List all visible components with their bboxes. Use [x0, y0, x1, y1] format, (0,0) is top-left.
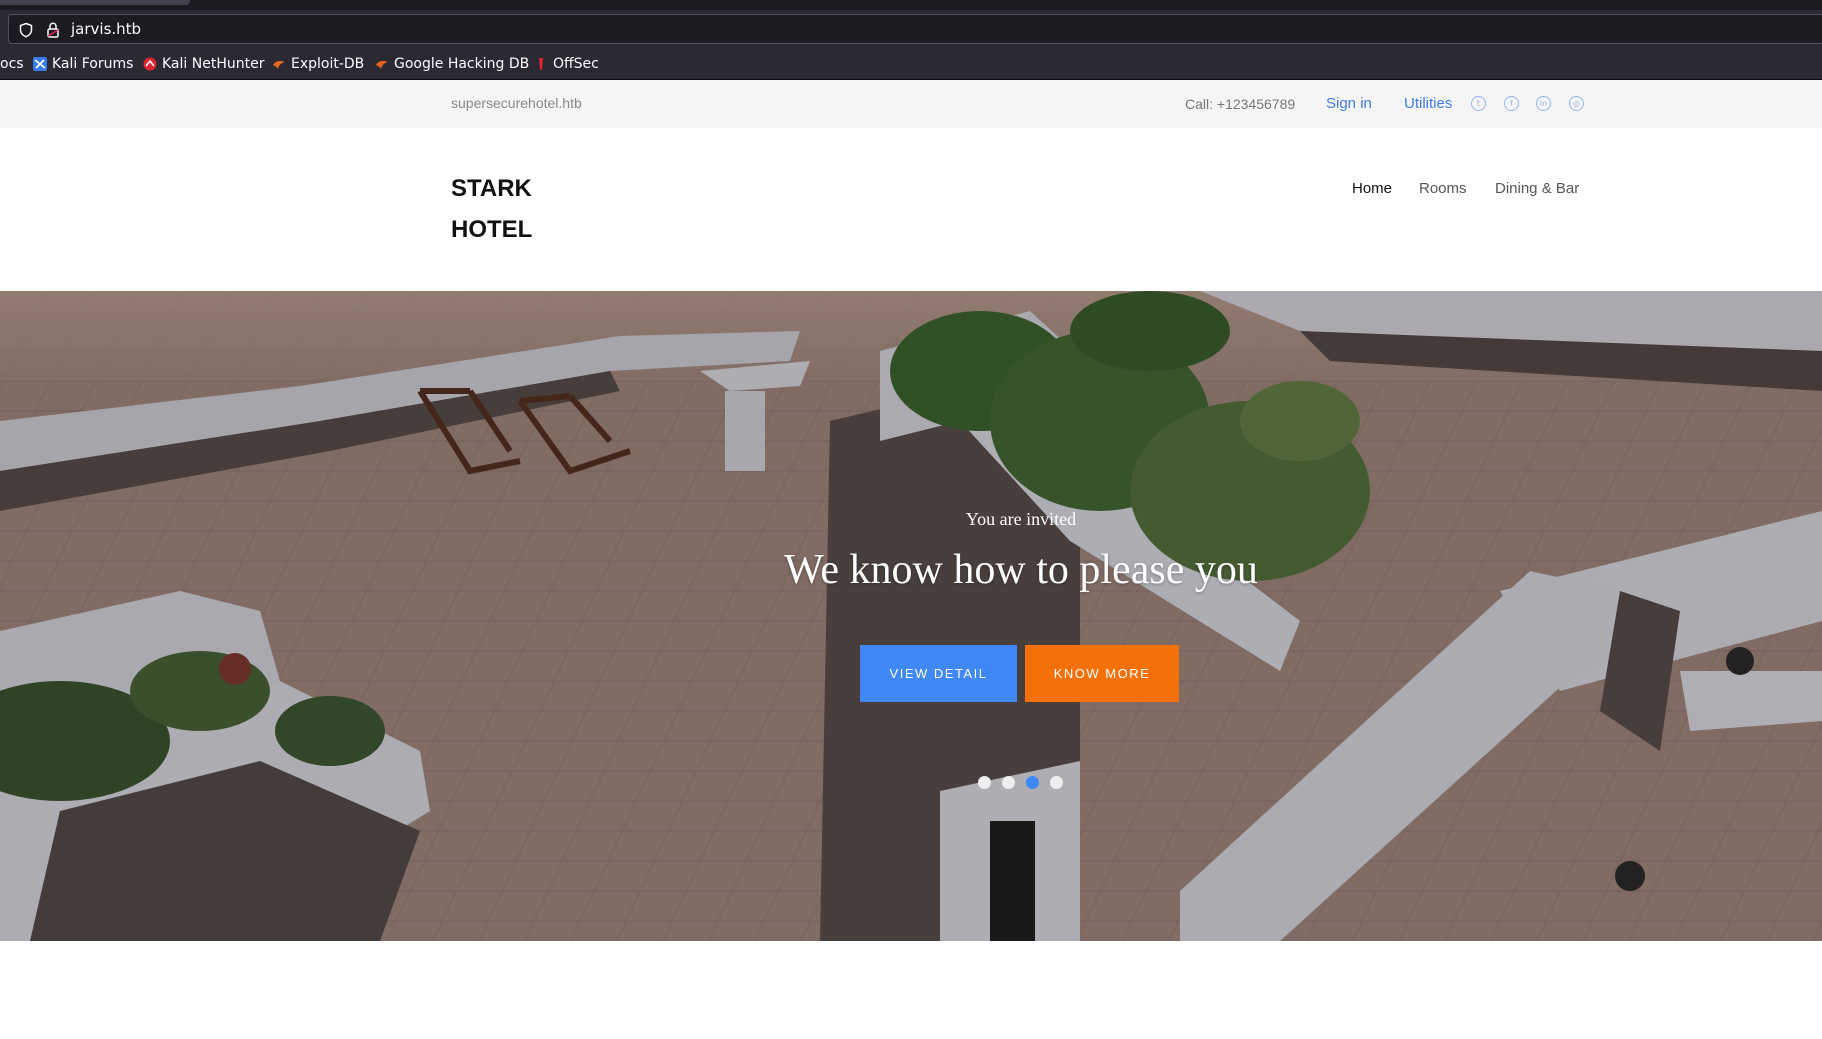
linkedin-icon[interactable]: in — [1536, 96, 1551, 111]
site-domain: supersecurehotel.htb — [451, 95, 582, 111]
bookmarks-toolbar: ocs Kali Forums Kali NetHunter Exploit-D… — [0, 48, 1822, 80]
slider-dot-3[interactable] — [1026, 776, 1039, 789]
lock-icon[interactable] — [45, 21, 61, 39]
slider-dot-1[interactable] — [978, 776, 991, 789]
bookmark-docs[interactable]: ocs — [0, 54, 24, 74]
bookmark-kali-forums[interactable]: Kali Forums — [33, 54, 133, 74]
bookmark-kali-nethunter[interactable]: Kali NetHunter — [143, 54, 264, 74]
view-detail-button[interactable]: VIEW DETAIL — [860, 645, 1017, 702]
phone-number: Call: +123456789 — [1185, 96, 1296, 112]
bookmark-google-hacking-db[interactable]: Google Hacking DB — [375, 54, 529, 74]
site-header: STARK HOTEL Home Rooms Dining & Bar — [0, 128, 1822, 291]
browser-toolbar: jarvis.htb — [0, 10, 1822, 48]
hero-slider: You are invited We know how to please yo… — [0, 291, 1822, 941]
slider-dot-2[interactable] — [1002, 776, 1015, 789]
url-text[interactable]: jarvis.htb — [71, 20, 141, 38]
brand-line-1: STARK — [451, 175, 532, 202]
bookmark-label: Exploit-DB — [291, 56, 365, 72]
bookmark-label: ocs — [0, 56, 24, 72]
bookmark-offsec[interactable]: OffSec — [534, 54, 599, 74]
instagram-icon[interactable]: ◎ — [1569, 96, 1584, 111]
hero-kicker-wrap: You are invited — [0, 509, 1822, 530]
nav-rooms[interactable]: Rooms — [1419, 180, 1467, 197]
offsec-icon — [539, 58, 543, 70]
brand-line-2: HOTEL — [451, 216, 533, 243]
hero-kicker: You are invited — [965, 509, 1077, 529]
kali-nethunter-icon — [143, 57, 157, 71]
utilities-link[interactable]: Utilities — [1404, 95, 1452, 112]
bookmark-label: OffSec — [553, 56, 599, 72]
bookmark-label: Kali Forums — [52, 56, 134, 72]
site-topbar: supersecurehotel.htb Call: +123456789 Si… — [0, 80, 1822, 128]
hero-title: We know how to please you — [784, 547, 1258, 593]
brand-logo[interactable]: STARK HOTEL — [451, 168, 571, 250]
kali-forums-icon — [33, 57, 47, 71]
know-more-button[interactable]: KNOW MORE — [1025, 645, 1179, 702]
bookmark-label: Kali NetHunter — [162, 56, 265, 72]
ghdb-icon — [376, 61, 388, 69]
facebook-icon[interactable]: f — [1504, 96, 1519, 111]
url-bar[interactable]: jarvis.htb — [8, 14, 1822, 44]
slider-dot-4[interactable] — [1050, 776, 1063, 789]
nav-dining-bar[interactable]: Dining & Bar — [1495, 180, 1579, 197]
browser-tab[interactable] — [0, 0, 190, 5]
bookmark-exploit-db[interactable]: Exploit-DB — [272, 54, 364, 74]
sign-in-link[interactable]: Sign in — [1326, 95, 1372, 112]
nav-home[interactable]: Home — [1352, 180, 1392, 197]
shield-icon[interactable] — [18, 22, 34, 38]
twitter-icon[interactable]: t — [1471, 96, 1486, 111]
browser-tab-strip — [0, 0, 1822, 10]
exploit-db-icon — [273, 61, 285, 69]
hero-overlay — [0, 291, 1822, 941]
hero-title-wrap: We know how to please you — [0, 546, 1822, 594]
bookmark-label: Google Hacking DB — [394, 56, 530, 72]
